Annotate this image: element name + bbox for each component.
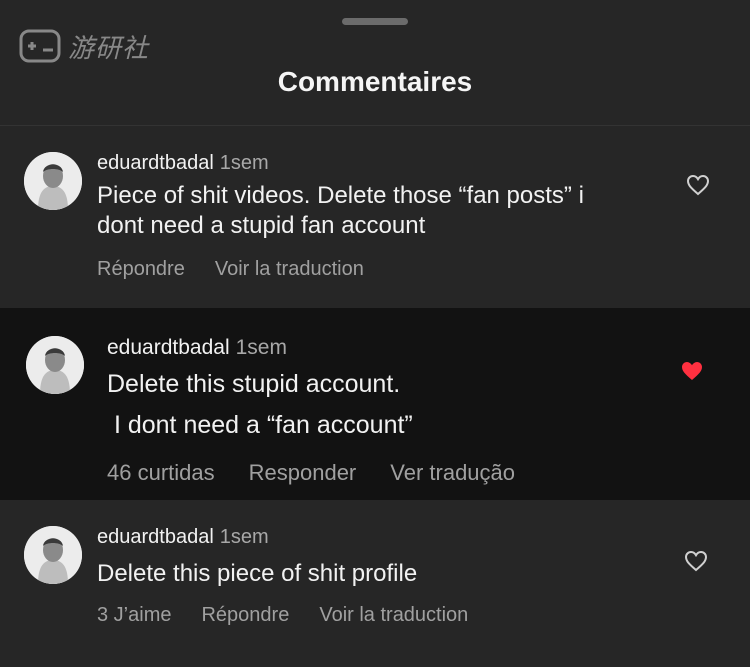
see-translation-button[interactable]: Voir la traduction: [319, 604, 468, 627]
comment-actions: 46 curtidas Responder Ver tradução: [107, 460, 515, 486]
gamepad-icon: [19, 29, 61, 63]
comment-time: 1sem: [219, 152, 269, 174]
avatar[interactable]: [26, 336, 84, 394]
heart-filled-icon[interactable]: [680, 360, 704, 382]
comment-item: eduardtbadal 1sem Delete this stupid acco…: [0, 308, 750, 500]
comment-header: eduardtbadal 1sem: [97, 526, 269, 549]
comment-item: eduardtbadal 1sem Piece of shit videos. D…: [0, 126, 750, 308]
comment-header: eduardtbadal 1sem: [97, 152, 269, 175]
likes-count[interactable]: 46 curtidas: [107, 460, 215, 486]
watermark-text: 游研社: [68, 33, 150, 64]
username[interactable]: eduardtbadal: [107, 336, 230, 359]
comment-time: 1sem: [235, 336, 287, 359]
comment-text-line: I dont need a “fan account”: [107, 411, 413, 439]
likes-count[interactable]: 3 J’aime: [97, 604, 171, 627]
comment-text-line: Piece of shit videos. Delete those “fan …: [97, 182, 584, 209]
sheet-drag-handle[interactable]: [342, 18, 408, 25]
watermark: 游研社: [18, 22, 149, 70]
comment-text-line: Delete this piece of shit profile: [97, 560, 418, 587]
heart-outline-icon[interactable]: [686, 174, 710, 196]
username[interactable]: eduardtbadal: [97, 526, 214, 548]
reply-button[interactable]: Responder: [249, 460, 357, 486]
comment-item: eduardtbadal 1sem Delete this piece of sh…: [0, 500, 750, 667]
see-translation-button[interactable]: Ver tradução: [390, 460, 515, 486]
reply-button[interactable]: Répondre: [201, 604, 289, 627]
username[interactable]: eduardtbadal: [97, 152, 214, 174]
comment-text-line: dont need a stupid fan account: [97, 212, 426, 239]
comment-actions: 3 J’aime Répondre Voir la traduction: [97, 604, 468, 627]
comment-header: eduardtbadal 1sem: [107, 336, 287, 360]
avatar[interactable]: [24, 152, 82, 210]
comment-time: 1sem: [219, 526, 269, 548]
heart-outline-icon[interactable]: [684, 550, 708, 572]
avatar[interactable]: [24, 526, 82, 584]
comment-text-line: Delete this stupid account.: [107, 370, 401, 398]
comment-actions: Répondre Voir la traduction: [97, 258, 364, 281]
reply-button[interactable]: Répondre: [97, 258, 185, 281]
see-translation-button[interactable]: Voir la traduction: [215, 258, 364, 281]
sheet-title: Commentaires: [277, 66, 473, 97]
